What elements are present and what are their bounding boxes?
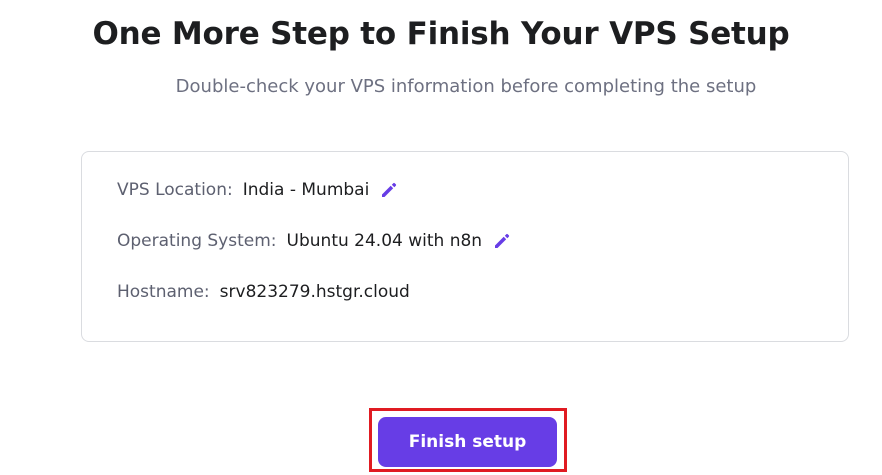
hostname-value: srv823279.hstgr.cloud	[219, 282, 410, 302]
os-label: Operating System:	[117, 231, 277, 251]
edit-os-icon[interactable]	[492, 231, 512, 251]
hostname-row: Hostname: srv823279.hstgr.cloud	[117, 282, 410, 302]
vps-summary-card: VPS Location: India - Mumbai Operating S…	[81, 151, 849, 342]
hostname-label: Hostname:	[117, 282, 210, 302]
os-value: Ubuntu 24.04 with n8n	[286, 231, 483, 251]
page-subtitle: Double-check your VPS information before…	[175, 76, 757, 97]
location-label: VPS Location:	[117, 180, 233, 200]
page-title: One More Step to Finish Your VPS Setup	[92, 16, 790, 52]
finish-setup-button[interactable]: Finish setup	[378, 417, 557, 467]
location-row: VPS Location: India - Mumbai	[117, 180, 399, 200]
os-row: Operating System: Ubuntu 24.04 with n8n	[117, 231, 512, 251]
edit-location-icon[interactable]	[379, 180, 399, 200]
location-value: India - Mumbai	[242, 180, 370, 200]
